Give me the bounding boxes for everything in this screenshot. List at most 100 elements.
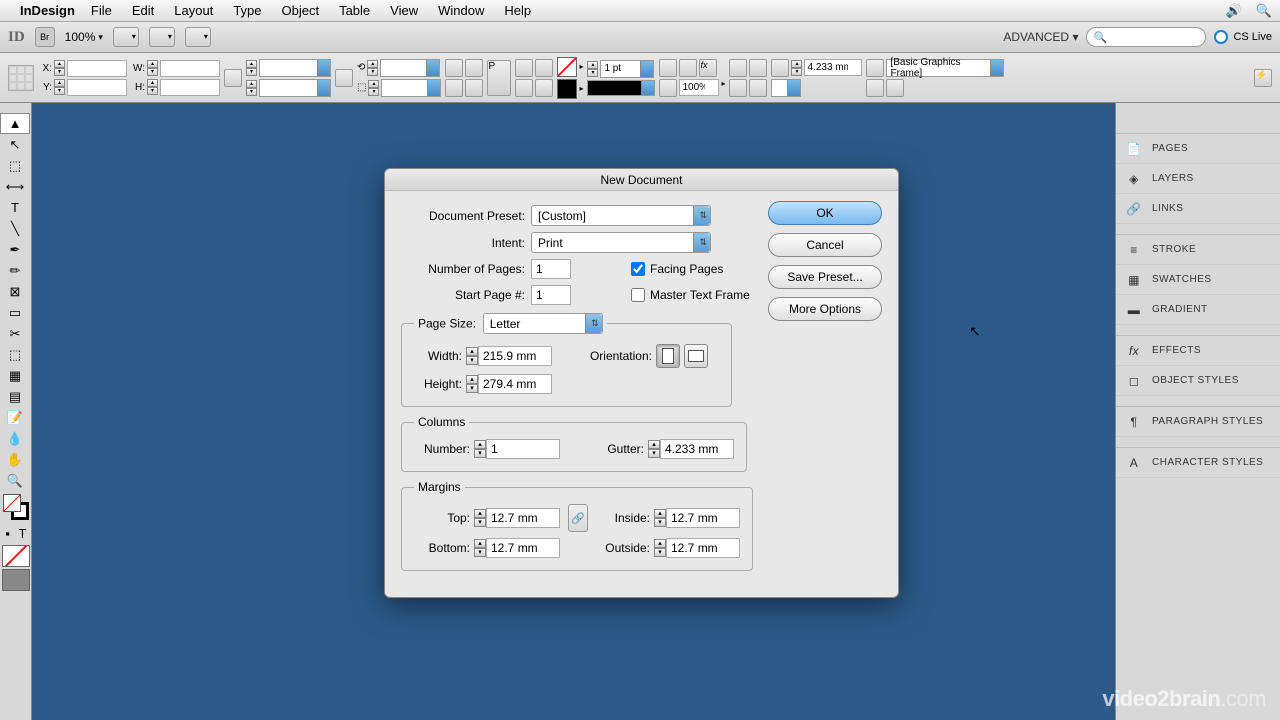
spotlight-icon[interactable]: 🔍	[1256, 3, 1272, 19]
zoom-dropdown-icon[interactable]: ▾	[98, 32, 103, 43]
save-preset-button[interactable]: Save Preset...	[768, 265, 882, 289]
new-style-icon[interactable]	[886, 79, 904, 97]
direct-selection-tool[interactable]: ↖	[0, 134, 30, 155]
rotate-cw-icon[interactable]	[445, 59, 463, 77]
rotate-ccw-icon[interactable]	[465, 59, 483, 77]
facing-pages-checkbox[interactable]: Facing Pages	[631, 262, 723, 276]
zoom-level[interactable]: 100%	[65, 30, 96, 44]
more-options-button[interactable]: More Options	[768, 297, 882, 321]
col-number-input[interactable]	[486, 439, 560, 459]
select-next-icon[interactable]	[535, 79, 553, 97]
rotate-stepper[interactable]: ▴▾	[367, 60, 378, 76]
gutter-input[interactable]	[660, 439, 734, 459]
control-menu-icon[interactable]: ⚡	[1254, 69, 1272, 87]
bridge-button[interactable]: Br	[35, 27, 55, 47]
margin-inside-input[interactable]	[666, 508, 740, 528]
gap-tool[interactable]: ⟷	[0, 176, 30, 197]
scale-y-stepper[interactable]: ▴▾	[246, 80, 257, 96]
rectangle-frame-tool[interactable]: ⊠	[0, 281, 30, 302]
margin-top-input[interactable]	[486, 508, 560, 528]
stroke-weight-input[interactable]: 1 pt	[600, 60, 654, 78]
rotate-input[interactable]	[380, 59, 440, 77]
hand-tool[interactable]: ✋	[0, 449, 30, 470]
width-input[interactable]	[478, 346, 552, 366]
apply-color-icon[interactable]: ▪	[0, 523, 15, 544]
view-options-2[interactable]	[149, 27, 175, 47]
w-input[interactable]	[160, 60, 220, 77]
fx-icon[interactable]: fx	[699, 59, 717, 77]
text-wrap-bbox-icon[interactable]	[749, 59, 767, 77]
shear-input[interactable]	[381, 79, 441, 97]
flip-h-icon[interactable]	[445, 79, 463, 97]
workspace-switcher[interactable]: ADVANCED ▾	[1003, 30, 1078, 44]
opacity-input[interactable]	[679, 79, 719, 96]
corner-stepper[interactable]: ▴▾	[791, 60, 802, 76]
selection-tool[interactable]: ▲	[0, 113, 30, 134]
height-stepper[interactable]: ▴▾	[466, 375, 478, 393]
margin-outside-stepper[interactable]: ▴▾	[654, 539, 666, 557]
stroke-swatch[interactable]	[557, 79, 577, 99]
width-stepper[interactable]: ▴▾	[466, 347, 478, 365]
line-tool[interactable]: ╲	[0, 218, 30, 239]
fill-color-icon[interactable]	[3, 494, 21, 512]
free-transform-tool[interactable]: ⬚	[0, 344, 30, 365]
apply-text-icon[interactable]: T	[15, 523, 30, 544]
constrain-scale-icon[interactable]	[335, 69, 353, 87]
select-container-icon[interactable]	[515, 59, 533, 77]
menu-view[interactable]: View	[390, 3, 418, 18]
corner-shape-select[interactable]	[771, 79, 801, 97]
panel-swatches[interactable]: ▦SWATCHES	[1116, 265, 1280, 295]
pencil-tool[interactable]: ✏	[0, 260, 30, 281]
text-wrap-none-icon[interactable]	[729, 59, 747, 77]
intent-select[interactable]: Print	[531, 232, 711, 253]
h-input[interactable]	[160, 79, 220, 96]
margin-bottom-stepper[interactable]: ▴▾	[474, 539, 486, 557]
stroke-weight-stepper[interactable]: ▴▾	[587, 61, 598, 77]
scale-x-input[interactable]	[259, 59, 331, 77]
menu-type[interactable]: Type	[233, 3, 261, 18]
apply-none-icon[interactable]	[2, 545, 30, 567]
panel-object-styles[interactable]: ◻OBJECT STYLES	[1116, 366, 1280, 396]
panel-effects[interactable]: fxEFFECTS	[1116, 336, 1280, 366]
x-input[interactable]	[67, 60, 127, 77]
menu-help[interactable]: Help	[504, 3, 531, 18]
volume-icon[interactable]: 🔊	[1226, 3, 1242, 19]
select-content-icon[interactable]	[535, 59, 553, 77]
panel-stroke[interactable]: ≡STROKE	[1116, 235, 1280, 265]
fill-swatch[interactable]	[557, 57, 577, 77]
x-stepper[interactable]: ▴▾	[54, 60, 65, 76]
select-prev-icon[interactable]	[515, 79, 533, 97]
panel-pages[interactable]: 📄PAGES	[1116, 134, 1280, 164]
view-options-3[interactable]	[185, 27, 211, 47]
col-number-stepper[interactable]: ▴▾	[474, 440, 486, 458]
panel-links[interactable]: 🔗LINKS	[1116, 194, 1280, 224]
pen-tool[interactable]: ✒	[0, 239, 30, 260]
ok-button[interactable]: OK	[768, 201, 882, 225]
cancel-button[interactable]: Cancel	[768, 233, 882, 257]
effects-icon[interactable]	[659, 59, 677, 77]
type-tool[interactable]: T	[0, 197, 30, 218]
page-size-select[interactable]: Letter	[483, 313, 603, 334]
w-stepper[interactable]: ▴▾	[147, 60, 158, 76]
scale-y-input[interactable]	[259, 79, 331, 97]
preset-select[interactable]: [Custom]	[531, 205, 711, 226]
eyedropper-tool[interactable]: 💧	[0, 428, 30, 449]
scissors-tool[interactable]: ✂	[0, 323, 30, 344]
help-search-input[interactable]: 🔍	[1086, 27, 1206, 47]
note-tool[interactable]: 📝	[0, 407, 30, 428]
gradient-feather-tool[interactable]: ▤	[0, 386, 30, 407]
corner-options-icon[interactable]	[771, 59, 789, 77]
app-name[interactable]: InDesign	[20, 3, 75, 18]
panel-character-styles[interactable]: ACHARACTER STYLES	[1116, 448, 1280, 478]
num-pages-input[interactable]	[531, 259, 571, 279]
menu-object[interactable]: Object	[282, 3, 320, 18]
margin-top-stepper[interactable]: ▴▾	[474, 509, 486, 527]
panel-layers[interactable]: ◈LAYERS	[1116, 164, 1280, 194]
page-tool[interactable]: ⬚	[0, 155, 30, 176]
orientation-portrait-button[interactable]	[656, 344, 680, 368]
start-page-input[interactable]	[531, 285, 571, 305]
master-frame-check-icon[interactable]	[631, 288, 645, 302]
text-wrap-jump-icon[interactable]	[749, 79, 767, 97]
height-input[interactable]	[478, 374, 552, 394]
y-input[interactable]	[67, 79, 127, 96]
